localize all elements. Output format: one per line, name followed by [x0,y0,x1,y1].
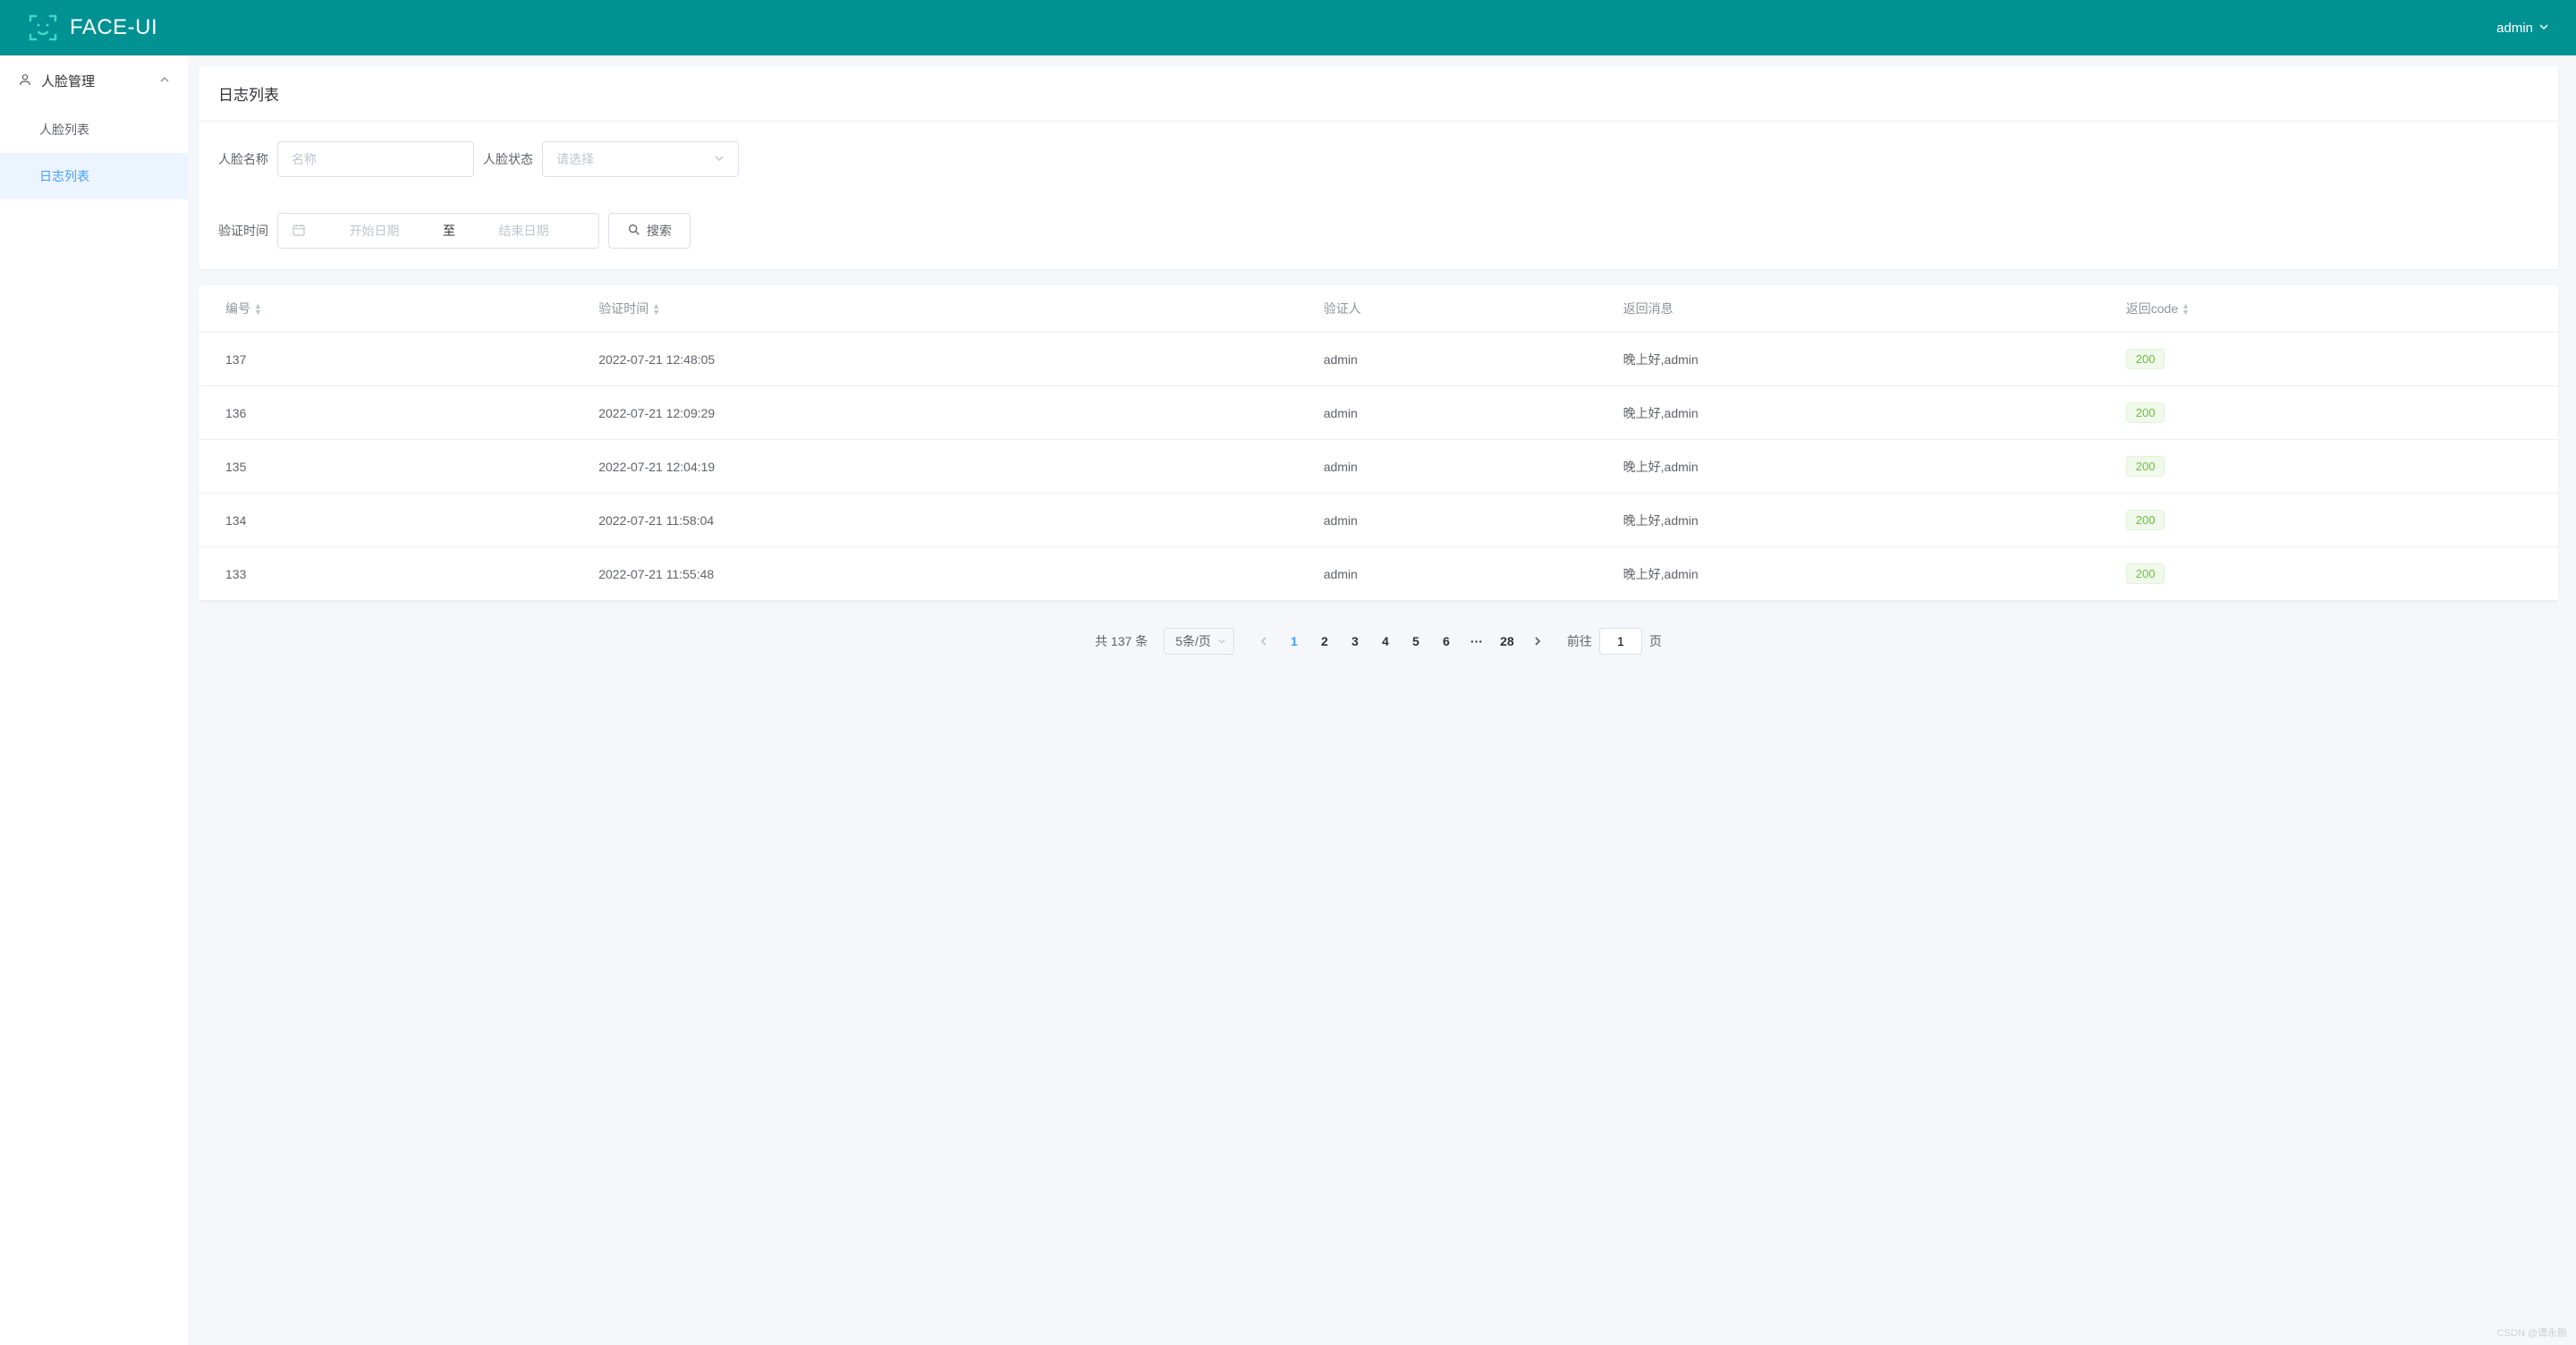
cell-person: admin [1315,547,1614,601]
page-jump: 前往 页 [1567,628,1662,655]
code-badge: 200 [2126,456,2165,477]
watermark: CSDN @谭永鹏 [2497,1325,2567,1340]
cell-code: 200 [2117,386,2558,440]
chevron-down-icon [1217,634,1226,648]
code-badge: 200 [2126,510,2165,530]
log-table: 编号▲▼ 验证时间▲▼ 验证人 返回消息 返回code▲▼ 1372022-07… [199,285,2558,601]
user-name: admin [2496,21,2533,36]
sidebar: 人脸管理 人脸列表日志列表 [0,55,188,1345]
app-header: FACE-UI admin [0,0,2576,55]
pagination: 共 137 条 5条/页 123456···28 前往 页 [199,601,2558,669]
prev-page-button[interactable] [1250,628,1277,655]
sort-icon: ▲▼ [254,303,262,316]
filter-bar: 人脸名称 人脸状态 请选择 验证时间 [199,122,2558,269]
sidebar-item-1[interactable]: 日志列表 [0,153,188,199]
page-ellipsis: ··· [1463,628,1490,655]
col-time[interactable]: 验证时间▲▼ [589,285,1314,333]
page-1[interactable]: 1 [1281,628,1308,655]
chevron-down-icon [714,152,724,166]
cell-person: admin [1315,333,1614,386]
cell-id: 136 [199,386,589,440]
code-badge: 200 [2126,563,2165,584]
cell-code: 200 [2117,494,2558,547]
search-button[interactable]: 搜索 [608,213,691,249]
search-icon [627,223,641,240]
sidebar-group-face-mgmt[interactable]: 人脸管理 [0,55,188,106]
cell-id: 137 [199,333,589,386]
cell-time: 2022-07-21 11:58:04 [589,494,1314,547]
cell-time: 2022-07-21 12:48:05 [589,333,1314,386]
calendar-icon [292,223,306,240]
col-code[interactable]: 返回code▲▼ [2117,285,2558,333]
jump-prefix: 前往 [1567,632,1592,650]
col-message: 返回消息 [1614,285,2117,333]
table-row: 1332022-07-21 11:55:48admin晚上好,admin 200 [199,547,2558,601]
cell-message: 晚上好,admin [1614,547,2117,601]
next-page-button[interactable] [1524,628,1551,655]
date-range-picker[interactable]: 开始日期 至 结束日期 [277,213,599,249]
cell-id: 133 [199,547,589,601]
sidebar-item-0[interactable]: 人脸列表 [0,106,188,153]
table-row: 1342022-07-21 11:58:04admin晚上好,admin 200 [199,494,2558,547]
col-person: 验证人 [1315,285,1614,333]
cell-code: 200 [2117,333,2558,386]
cell-person: admin [1315,386,1614,440]
cell-id: 134 [199,494,589,547]
cell-time: 2022-07-21 12:09:29 [589,386,1314,440]
jump-input[interactable] [1599,628,1642,655]
cell-id: 135 [199,440,589,494]
cell-message: 晚上好,admin [1614,494,2117,547]
search-button-label: 搜索 [647,222,672,240]
cell-person: admin [1315,494,1614,547]
sort-icon: ▲▼ [2182,303,2190,316]
filter-status-label: 人脸状态 [483,150,533,168]
app-name: FACE-UI [70,15,157,40]
sort-icon: ▲▼ [652,303,660,316]
cell-code: 200 [2117,440,2558,494]
sidebar-group-label: 人脸管理 [41,72,95,90]
face-logo-icon [27,12,59,44]
cell-code: 200 [2117,547,2558,601]
range-separator: 至 [443,222,455,240]
page-28[interactable]: 28 [1494,628,1521,655]
cell-person: admin [1315,440,1614,494]
cell-time: 2022-07-21 11:55:48 [589,547,1314,601]
user-icon [18,72,32,90]
select-placeholder: 请选择 [556,150,594,168]
main-content: 日志列表 人脸名称 人脸状态 请选择 [188,55,2576,1345]
code-badge: 200 [2126,402,2165,423]
table-row: 1372022-07-21 12:48:05admin晚上好,admin 200 [199,333,2558,386]
page-3[interactable]: 3 [1342,628,1368,655]
page-6[interactable]: 6 [1433,628,1460,655]
page-size-select[interactable]: 5条/页 [1164,628,1234,655]
filter-time-label: 验证时间 [218,222,268,240]
logo-area: FACE-UI [27,12,157,44]
user-menu[interactable]: admin [2496,21,2549,36]
total-count: 共 137 条 [1095,632,1148,650]
chevron-up-icon [159,73,170,89]
cell-message: 晚上好,admin [1614,386,2117,440]
start-date-placeholder: 开始日期 [313,222,436,240]
code-badge: 200 [2126,349,2165,369]
page-2[interactable]: 2 [1311,628,1338,655]
face-name-input[interactable] [277,141,474,177]
end-date-placeholder: 结束日期 [462,222,585,240]
face-status-select[interactable]: 请选择 [542,141,739,177]
chevron-down-icon [2538,21,2549,36]
filter-name-label: 人脸名称 [218,150,268,168]
cell-message: 晚上好,admin [1614,333,2117,386]
page-4[interactable]: 4 [1372,628,1399,655]
col-id[interactable]: 编号▲▼ [199,285,589,333]
page-title: 日志列表 [199,66,2558,122]
jump-suffix: 页 [1649,632,1662,650]
table-row: 1352022-07-21 12:04:19admin晚上好,admin 200 [199,440,2558,494]
cell-message: 晚上好,admin [1614,440,2117,494]
page-5[interactable]: 5 [1402,628,1429,655]
cell-time: 2022-07-21 12:04:19 [589,440,1314,494]
table-row: 1362022-07-21 12:09:29admin晚上好,admin 200 [199,386,2558,440]
